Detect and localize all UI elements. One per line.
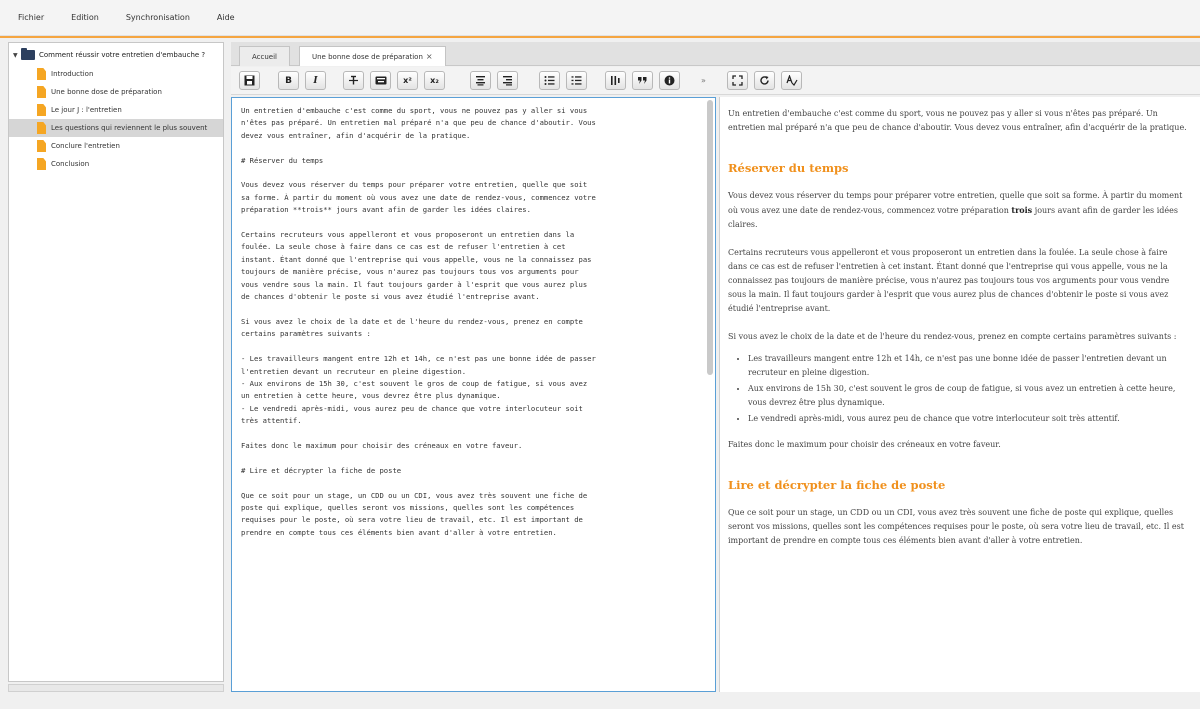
preview-list: Les travailleurs mangent entre 12h et 14…	[748, 352, 1188, 426]
tab-label: Une bonne dose de préparation	[312, 52, 423, 61]
keyboard-icon	[375, 76, 386, 85]
align-right-icon	[503, 76, 512, 86]
tree-panel: ▼ Comment réussir votre entretien d'emba…	[8, 42, 224, 682]
menu-aide[interactable]: Aide	[217, 13, 235, 22]
editor-text[interactable]: Un entretien d'embauche c'est comme du s…	[232, 98, 715, 539]
preview-paragraph: Vous devez vous réserver du temps pour p…	[728, 189, 1188, 232]
sidebar-horizontal-scrollbar[interactable]	[8, 684, 224, 692]
table-button[interactable]	[605, 71, 626, 90]
preview-paragraph: Si vous avez le choix de la date et de l…	[728, 332, 1177, 341]
info-icon	[664, 75, 675, 86]
preview-heading: Lire et décrypter la fiche de poste	[728, 478, 946, 492]
preview-paragraph: Un entretien d'embauche c'est comme du s…	[728, 109, 1187, 132]
file-icon	[37, 86, 46, 98]
file-icon	[37, 104, 46, 116]
superscript-icon: x²	[403, 76, 412, 85]
tree-root[interactable]: ▼ Comment réussir votre entretien d'emba…	[13, 48, 205, 62]
tree-item-questions[interactable]: Les questions qui reviennent le plus sou…	[9, 119, 223, 137]
tree-item-label: Conclure l'entretien	[51, 142, 120, 150]
tree-item-label: Une bonne dose de préparation	[51, 88, 162, 96]
quote-button[interactable]	[632, 71, 653, 90]
align-right-button[interactable]	[497, 71, 518, 90]
tree-item-label: Les questions qui reviennent le plus sou…	[51, 124, 208, 132]
tree-item-conclure[interactable]: Conclure l'entretien	[9, 137, 223, 155]
fullscreen-icon	[732, 75, 743, 86]
save-button[interactable]	[239, 71, 260, 90]
preview-paragraph: Certains recruteurs vous appelleront et …	[728, 248, 1170, 313]
refresh-button[interactable]	[754, 71, 775, 90]
bullet-list-icon	[544, 76, 555, 85]
editor-scrollbar[interactable]	[707, 100, 713, 375]
bullet-list-button[interactable]	[539, 71, 560, 90]
italic-button[interactable]: I	[305, 71, 326, 90]
save-icon	[244, 75, 255, 86]
close-icon[interactable]: ×	[426, 52, 433, 61]
tab-accueil[interactable]: Accueil	[239, 46, 290, 66]
tree-item-label: Conclusion	[51, 160, 90, 168]
list-item: Aux environs de 15h 30, c'est souvent le…	[748, 382, 1188, 410]
tree-item-introduction[interactable]: Introduction	[9, 65, 223, 83]
list-item: Le vendredi après-midi, vous aurez peu d…	[748, 412, 1188, 426]
numbered-list-button[interactable]	[566, 71, 587, 90]
expand-arrow-icon[interactable]: ▼	[13, 52, 21, 59]
menu-edition[interactable]: Edition	[71, 13, 99, 22]
bold-icon: B	[285, 75, 292, 86]
subscript-button[interactable]: x₂	[424, 71, 445, 90]
list-item: Les travailleurs mangent entre 12h et 14…	[748, 352, 1188, 380]
spellcheck-button[interactable]	[781, 71, 802, 90]
tree-root-label: Comment réussir votre entretien d'embauc…	[39, 51, 206, 59]
editor-toolbar: B I x² x₂ »	[231, 67, 1200, 95]
tab-label: Accueil	[252, 52, 277, 61]
numbered-list-icon	[571, 76, 582, 85]
subscript-icon: x₂	[430, 76, 439, 85]
strikethrough-button[interactable]	[343, 71, 364, 90]
file-icon	[37, 158, 46, 170]
align-center-icon	[476, 76, 485, 86]
tree-item-label: Introduction	[51, 70, 94, 78]
tab-preparation[interactable]: Une bonne dose de préparation ×	[299, 46, 446, 66]
info-button[interactable]	[659, 71, 680, 90]
align-center-button[interactable]	[470, 71, 491, 90]
table-icon	[611, 76, 620, 85]
file-icon	[37, 68, 46, 80]
preview-pane: Un entretien d'embauche c'est comme du s…	[719, 97, 1200, 692]
tree-item-label: Le jour J : l'entretien	[51, 106, 122, 114]
refresh-icon	[760, 76, 769, 85]
menu-fichier[interactable]: Fichier	[18, 13, 44, 22]
strikethrough-icon	[349, 75, 358, 85]
tree-item-preparation[interactable]: Une bonne dose de préparation	[9, 83, 223, 101]
tree-item-conclusion[interactable]: Conclusion	[9, 155, 223, 173]
preview-paragraph: Faites donc le maximum pour choisir des …	[728, 440, 1001, 449]
preview-bold-text: trois	[1011, 205, 1033, 215]
fullscreen-button[interactable]	[727, 71, 748, 90]
accent-divider	[0, 36, 1200, 38]
tree-item-jour-j[interactable]: Le jour J : l'entretien	[9, 101, 223, 119]
menu-synchronisation[interactable]: Synchronisation	[126, 13, 190, 22]
folder-icon	[21, 48, 35, 60]
keyboard-button[interactable]	[370, 71, 391, 90]
file-icon	[37, 122, 46, 134]
tab-bar: Accueil Une bonne dose de préparation ×	[231, 42, 1200, 66]
superscript-button[interactable]: x²	[397, 71, 418, 90]
markdown-editor[interactable]: Un entretien d'embauche c'est comme du s…	[231, 97, 716, 692]
italic-icon: I	[313, 75, 318, 86]
menu-bar: Fichier Edition Synchronisation Aide	[0, 0, 1200, 36]
preview-heading: Réserver du temps	[728, 161, 849, 175]
preview-paragraph: Que ce soit pour un stage, un CDD ou un …	[728, 508, 1184, 545]
spellcheck-icon	[785, 75, 798, 86]
quote-icon	[638, 77, 647, 84]
more-tools-icon[interactable]: »	[701, 76, 706, 85]
bold-button[interactable]: B	[278, 71, 299, 90]
file-icon	[37, 140, 46, 152]
